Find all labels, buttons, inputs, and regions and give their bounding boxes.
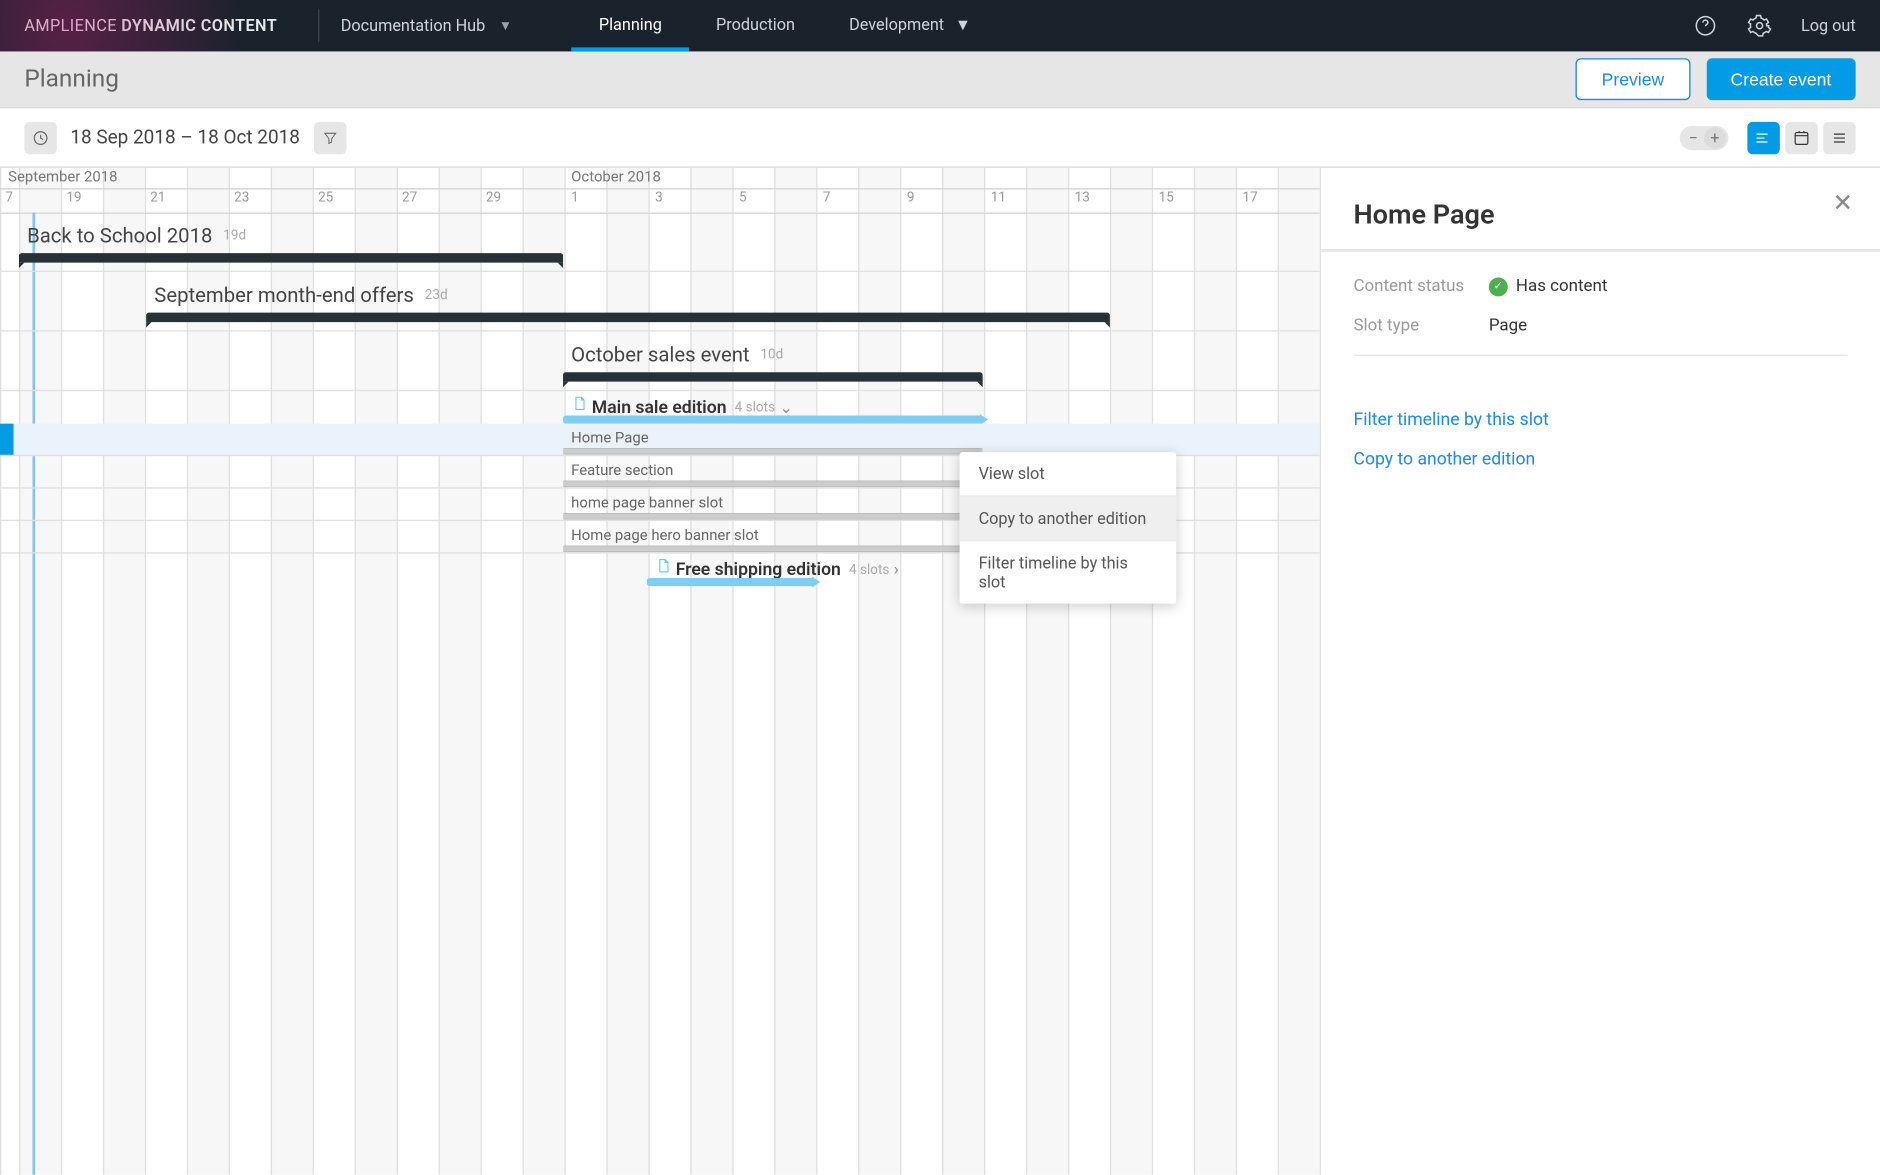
day-tick: 21 [145, 191, 187, 206]
day-tick: 13 [1069, 191, 1111, 206]
inspector-copy-link[interactable]: Copy to another edition [1354, 449, 1848, 469]
nav-development[interactable]: Development ▼ [822, 0, 998, 51]
day-tick: 1 [566, 191, 608, 206]
day-tick: 5 [734, 191, 776, 206]
ctx-copy-to-edition[interactable]: Copy to another edition [960, 497, 1177, 540]
day-tick: 25 [313, 191, 355, 206]
slot-bar[interactable] [563, 545, 983, 552]
event-duration: 23d [425, 288, 448, 303]
day-tick: 7 [818, 191, 860, 206]
view-calendar-button[interactable] [1785, 121, 1817, 153]
label-slot-type: Slot type [1354, 315, 1489, 335]
month-label: October 2018 [563, 168, 661, 186]
edition-slot-count: 4 slots [849, 563, 889, 578]
slot-title: Home Page [571, 429, 648, 447]
slot-bar[interactable] [563, 513, 983, 520]
caret-down-icon: ▼ [499, 18, 512, 33]
timeline-toolbar: 18 Sep 2018 – 18 Oct 2018 − + [0, 108, 1880, 168]
day-tick: 19 [61, 191, 103, 206]
value-slot-type: Page [1489, 315, 1527, 335]
event-duration: 10d [760, 347, 783, 362]
day-tick: 29 [480, 191, 522, 206]
help-icon[interactable] [1693, 14, 1717, 38]
day-tick: 3 [650, 191, 692, 206]
value-content-status: Has content [1516, 276, 1607, 296]
event-title: September month-end offers [154, 283, 414, 307]
event-bar[interactable] [146, 313, 1110, 322]
nav-planning[interactable]: Planning [572, 0, 689, 51]
view-timeline-button[interactable] [1747, 121, 1779, 153]
event-duration: 19d [223, 228, 246, 243]
event-title: Back to School 2018 [27, 223, 212, 247]
inspector-title: Home Page [1354, 198, 1848, 230]
inspector-panel: ✕ Home Page Content status ✓ Has content… [1321, 168, 1880, 1175]
slot-title: home page banner slot [571, 494, 723, 512]
topbar: AMPLIENCE DYNAMIC CONTENT Documentation … [0, 0, 1880, 51]
status-has-content-icon: ✓ [1489, 277, 1508, 296]
timeline[interactable]: September 2018October 2018 7192123252729… [0, 168, 1321, 1175]
page-title: Planning [24, 65, 119, 93]
day-tick: 9 [901, 191, 943, 206]
zoom-control: − + [1680, 125, 1729, 149]
slot-context-menu: View slot Copy to another edition Filter… [960, 452, 1177, 604]
hub-selector-label: Documentation Hub [341, 16, 486, 35]
sub-header: Planning Preview Create event [0, 51, 1880, 108]
nav-production[interactable]: Production [689, 0, 822, 51]
view-list-button[interactable] [1823, 121, 1855, 153]
event-row[interactable]: September month-end offers 23d [0, 272, 1320, 332]
ctx-view-slot[interactable]: View slot [960, 452, 1177, 495]
caret-down-icon: ▼ [955, 14, 971, 33]
month-label: September 2018 [0, 168, 118, 186]
edition-bar[interactable] [647, 578, 815, 586]
date-range[interactable]: 18 Sep 2018 – 18 Oct 2018 [70, 127, 300, 149]
event-bar[interactable] [19, 253, 563, 262]
chevron-down-icon[interactable]: ⌄ [779, 398, 793, 417]
day-tick: 27 [397, 191, 439, 206]
day-tick: 7 [0, 191, 42, 206]
day-tick: 17 [1237, 191, 1279, 206]
close-icon[interactable]: ✕ [1833, 189, 1853, 217]
zoom-in-button[interactable]: + [1704, 127, 1726, 149]
day-tick: 15 [1153, 191, 1195, 206]
zoom-out-button[interactable]: − [1682, 127, 1704, 149]
event-row[interactable]: October sales event 10d [0, 332, 1320, 392]
label-content-status: Content status [1354, 276, 1489, 296]
clock-icon[interactable] [24, 121, 56, 153]
primary-nav: Planning Production Development ▼ [572, 0, 998, 51]
chevron-right-icon[interactable]: › [894, 560, 899, 579]
edition-slot-count: 4 slots [735, 401, 775, 416]
edition-row[interactable]: Main sale edition 4 slots ⌄ [0, 391, 1320, 423]
logout-link[interactable]: Log out [1801, 16, 1856, 35]
day-tick: 11 [985, 191, 1027, 206]
slot-title: Home page hero banner slot [571, 527, 759, 545]
slot-bar[interactable] [563, 448, 983, 455]
slot-bar[interactable] [563, 480, 983, 487]
filter-button[interactable] [313, 121, 345, 153]
ctx-filter-timeline[interactable]: Filter timeline by this slot [960, 541, 1177, 603]
edition-bar[interactable] [563, 416, 983, 424]
create-event-button[interactable]: Create event [1706, 58, 1855, 100]
settings-icon[interactable] [1747, 14, 1771, 38]
hub-selector[interactable]: Documentation Hub ▼ [341, 16, 512, 35]
event-row[interactable]: Back to School 2018 19d [0, 212, 1320, 272]
divider [318, 9, 319, 41]
row-selection-indicator [0, 424, 14, 455]
event-title: October sales event [571, 342, 749, 366]
slot-title: Feature section [571, 462, 673, 480]
preview-button[interactable]: Preview [1576, 58, 1690, 100]
day-tick: 23 [229, 191, 271, 206]
brand: AMPLIENCE DYNAMIC CONTENT [24, 16, 277, 35]
event-bar[interactable] [563, 372, 983, 381]
inspector-filter-link[interactable]: Filter timeline by this slot [1354, 410, 1848, 430]
